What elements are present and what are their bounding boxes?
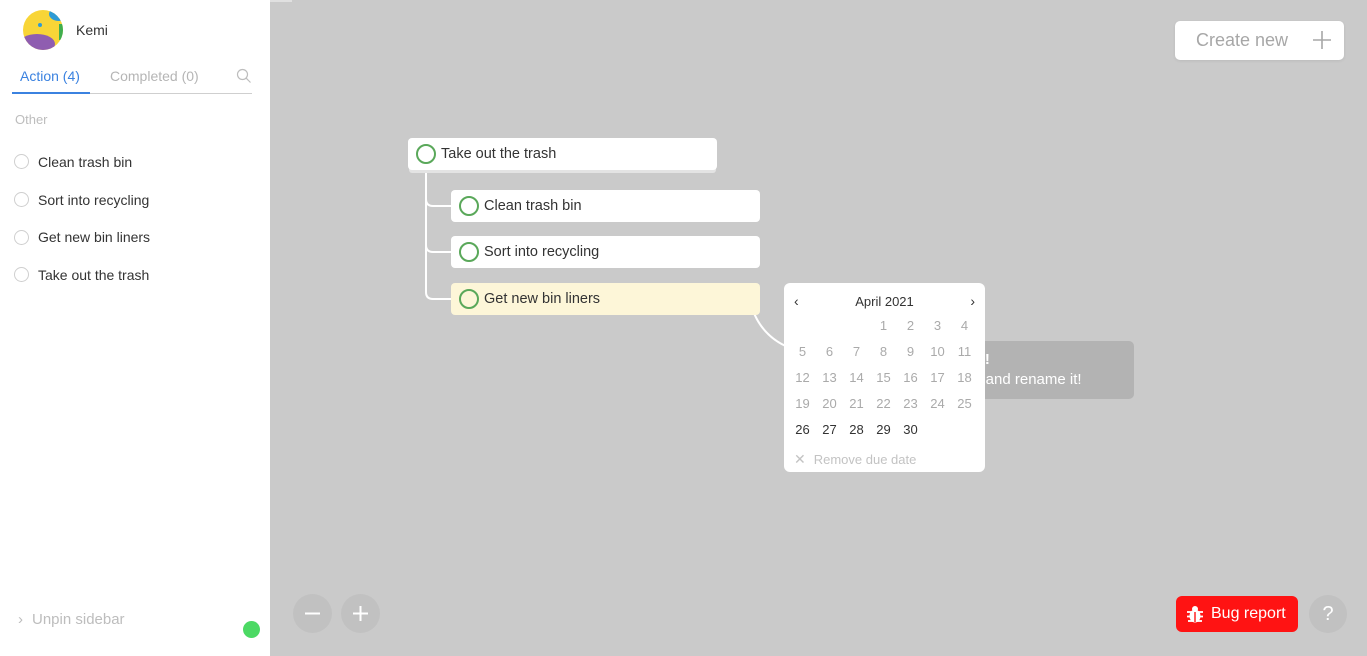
unpin-sidebar-button[interactable]: › Unpin sidebar (18, 611, 125, 628)
remove-due-date-label: Remove due date (813, 452, 917, 467)
calendar-day[interactable]: 22 (870, 395, 897, 421)
calendar-day[interactable]: 19 (789, 395, 816, 421)
calendar-day[interactable]: 10 (924, 343, 951, 369)
zoom-out-button[interactable] (293, 594, 332, 633)
unpin-sidebar-label: Unpin sidebar (32, 611, 125, 628)
close-icon: ✕ (794, 451, 806, 467)
calendar-blank-cell (816, 317, 843, 343)
bug-report-label: Bug report (1211, 605, 1286, 622)
calendar-blank-cell (789, 317, 816, 343)
calendar-day[interactable]: 1 (870, 317, 897, 343)
node-label: Sort into recycling (484, 244, 600, 260)
task-checkbox[interactable] (14, 192, 29, 208)
calendar-day[interactable]: 17 (924, 369, 951, 395)
avatar[interactable] (23, 10, 63, 50)
avatar-image (23, 10, 63, 50)
task-complete-checkbox[interactable] (459, 289, 479, 309)
user-profile[interactable]: Kemi (23, 10, 108, 50)
calendar-day[interactable]: 26 (789, 421, 816, 447)
search-icon[interactable] (236, 68, 252, 84)
calendar-day[interactable]: 12 (789, 369, 816, 395)
calendar-day[interactable]: 14 (843, 369, 870, 395)
bug-icon (1187, 606, 1203, 623)
task-complete-checkbox[interactable] (416, 144, 436, 164)
task-label: Sort into recycling (38, 191, 150, 208)
sidebar-tabs: Action (4) Completed (0) (12, 64, 252, 94)
online-status-indicator (243, 621, 260, 638)
task-list: Clean trash bin Sort into recycling Get … (14, 143, 150, 294)
chevron-right-icon[interactable]: › (970, 293, 975, 309)
node-label: Take out the trash (441, 146, 557, 162)
calendar-day[interactable]: 6 (816, 343, 843, 369)
tree-node-root[interactable]: Take out the trash (408, 138, 717, 170)
calendar-day[interactable]: 5 (789, 343, 816, 369)
calendar-day[interactable]: 13 (816, 369, 843, 395)
tree-node-child[interactable]: Sort into recycling (451, 236, 760, 268)
task-checkbox[interactable] (14, 229, 29, 245)
task-label: Take out the trash (38, 266, 150, 283)
calendar-day[interactable]: 23 (897, 395, 924, 421)
calendar-day[interactable]: 3 (924, 317, 951, 343)
calendar-day[interactable]: 25 (951, 395, 978, 421)
connector-line (425, 172, 452, 300)
list-item[interactable]: Take out the trash (14, 256, 150, 294)
calendar-day[interactable]: 9 (897, 343, 924, 369)
due-date-picker: ‹ April 2021 › 1 2 3 4 5 6 7 8 9 10 11 12 13 14 15 16 17… (784, 283, 985, 472)
node-label: Get new bin liners (484, 291, 601, 307)
calendar-blank-cell (843, 317, 870, 343)
bug-report-button[interactable]: Bug report (1176, 596, 1298, 632)
calendar-day[interactable]: 8 (870, 343, 897, 369)
calendar-day[interactable]: 15 (870, 369, 897, 395)
group-label: Other (15, 112, 48, 127)
calendar-day[interactable]: 20 (816, 395, 843, 421)
calendar-day[interactable]: 28 (843, 421, 870, 447)
create-new-button[interactable]: Create new (1175, 21, 1344, 60)
canvas-top-edge (270, 0, 292, 2)
tab-completed[interactable]: Completed (0) (110, 68, 199, 84)
plus-icon (353, 606, 368, 621)
task-complete-checkbox[interactable] (459, 242, 479, 262)
task-complete-checkbox[interactable] (459, 196, 479, 216)
create-new-label: Create new (1196, 30, 1289, 50)
list-item[interactable]: Get new bin liners (14, 218, 150, 256)
calendar-day[interactable]: 2 (897, 317, 924, 343)
active-tab-indicator (12, 92, 90, 94)
list-item[interactable]: Clean trash bin (14, 143, 150, 181)
plus-icon (1313, 31, 1331, 49)
help-button[interactable]: ? (1309, 595, 1347, 633)
calendar-day[interactable]: 29 (870, 421, 897, 447)
calendar-day[interactable]: 4 (951, 317, 978, 343)
task-checkbox[interactable] (14, 154, 29, 170)
calendar-grid: 1 2 3 4 5 6 7 8 9 10 11 12 13 14 15 16 17 18 19 20 21 22 23 24 2… (789, 317, 978, 447)
task-label: Clean trash bin (38, 153, 133, 170)
calendar-day[interactable]: 27 (816, 421, 843, 447)
calendar-day[interactable]: 21 (843, 395, 870, 421)
calendar-day[interactable]: 30 (897, 421, 924, 447)
task-label: Get new bin liners (38, 229, 151, 246)
zoom-in-button[interactable] (341, 594, 380, 633)
calendar-day[interactable]: 18 (951, 369, 978, 395)
chevron-right-icon: › (18, 611, 23, 628)
list-item[interactable]: Sort into recycling (14, 181, 150, 219)
connector-line (425, 244, 452, 253)
connector-line (425, 198, 452, 207)
minus-icon (305, 612, 320, 615)
tree-node-child[interactable]: Clean trash bin (451, 190, 760, 222)
node-label: Clean trash bin (484, 198, 582, 214)
calendar-header: ‹ April 2021 › (784, 293, 985, 311)
calendar-day[interactable]: 7 (843, 343, 870, 369)
tab-action[interactable]: Action (4) (20, 68, 80, 84)
calendar-month-title: April 2021 (855, 294, 914, 309)
task-checkbox[interactable] (14, 267, 29, 283)
user-name: Kemi (76, 22, 108, 38)
calendar-day[interactable]: 24 (924, 395, 951, 421)
calendar-day[interactable]: 11 (951, 343, 978, 369)
calendar-day[interactable]: 16 (897, 369, 924, 395)
tree-node-child-selected[interactable]: Get new bin liners (451, 283, 760, 315)
remove-due-date-button[interactable]: ✕ Remove due date (794, 451, 916, 468)
sidebar: Kemi Action (4) Completed (0) Other Clea… (0, 0, 270, 656)
